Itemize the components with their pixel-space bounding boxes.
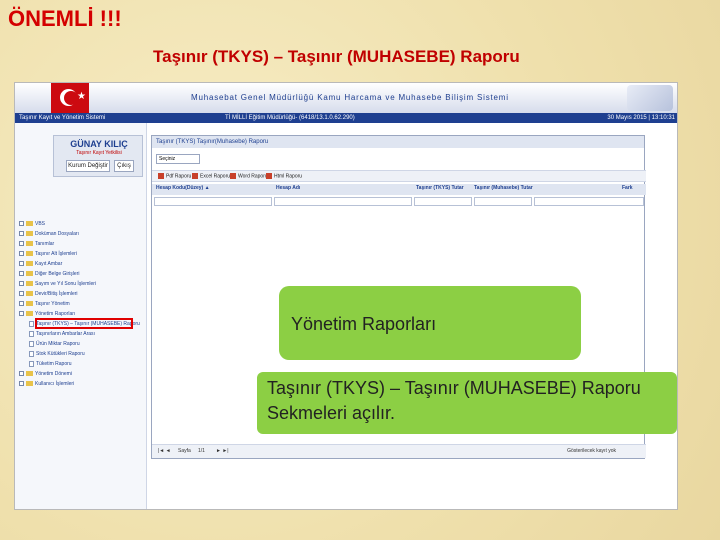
tree-item[interactable]: Tanımlar xyxy=(19,239,140,249)
filter-input[interactable] xyxy=(414,197,472,206)
word-report-button[interactable]: Word Raporu xyxy=(230,173,268,179)
unit-name: Tİ MİLLİ Eğitim Müdürlüğü- (6418/13.1.0.… xyxy=(225,115,355,121)
document-icon xyxy=(29,330,34,337)
left-sidebar: GÜNAY KILIÇ Taşınır Kayıt Yetkilisi Kuru… xyxy=(15,123,147,509)
system-name: Taşınır Kayıt ve Yönetim Sistemi xyxy=(19,115,106,121)
pdf-report-button[interactable]: Pdf Raporu xyxy=(158,173,191,179)
keyboard-image-icon xyxy=(627,85,673,111)
document-icon xyxy=(29,350,34,357)
filter-input[interactable] xyxy=(474,197,532,206)
tree-item[interactable]: Ürün Miktar Raporu xyxy=(19,339,140,349)
tree-item[interactable]: Diğer Belge Girişleri xyxy=(19,269,140,279)
report-toolbar: Pdf Raporu Excel Raporu Word Raporu Html… xyxy=(152,170,646,182)
folder-icon xyxy=(26,301,33,307)
document-icon xyxy=(29,320,34,327)
folder-icon xyxy=(26,231,33,237)
column-header[interactable]: Hesap Adı xyxy=(276,185,300,191)
filter-input[interactable] xyxy=(154,197,272,206)
datetime: 30 Mayıs 2015 | 13:10:31 xyxy=(607,115,675,121)
tree-item[interactable]: Stok Kütükleri Raporu xyxy=(19,349,140,359)
user-name: GÜNAY KILIÇ xyxy=(70,139,128,149)
logout-button[interactable]: Çıkış xyxy=(114,160,134,172)
app-banner: ★ Muhasebat Genel Müdürlüğü Kamu Harcama… xyxy=(15,83,677,113)
filter-input[interactable] xyxy=(534,197,644,206)
turkish-flag-icon: ★ xyxy=(51,83,89,113)
pager-status: Gösterilecek kayıt yok xyxy=(567,448,616,454)
tree-item[interactable]: Taşınır Alt İşlemleri xyxy=(19,249,140,259)
document-icon xyxy=(29,360,34,367)
slide-title: Taşınır (TKYS) – Taşınır (MUHASEBE) Rapo… xyxy=(153,47,520,66)
folder-icon xyxy=(26,241,33,247)
folder-icon xyxy=(26,371,33,377)
callout-1-text: Yönetim Raporları xyxy=(291,314,437,334)
change-unit-button[interactable]: Kurum Değiştir xyxy=(66,160,110,172)
excel-report-button[interactable]: Excel Raporu xyxy=(192,173,230,179)
column-header[interactable]: Hesap Kodu(Düzey) ▲ xyxy=(156,185,210,191)
document-icon xyxy=(29,340,34,347)
tree-item[interactable]: Kayıt Ambar xyxy=(19,259,140,269)
banner-title: Muhasebat Genel Müdürlüğü Kamu Harcama v… xyxy=(191,93,509,102)
user-box: GÜNAY KILIÇ Taşınır Kayıt Yetkilisi Kuru… xyxy=(53,135,143,177)
folder-icon xyxy=(26,281,33,287)
user-role: Taşınır Kayıt Yetkilisi xyxy=(76,150,122,156)
tree-item[interactable]: Yönetim Dönemi xyxy=(19,369,140,379)
pager-value[interactable]: 1/1 xyxy=(198,448,205,454)
column-header[interactable]: Fark xyxy=(622,185,633,191)
filter-row xyxy=(152,196,646,207)
tree-item[interactable]: Sayım ve Yıl Sonu İşlemleri xyxy=(19,279,140,289)
tree-item[interactable]: VBS xyxy=(19,219,140,229)
pager-next-icon[interactable]: ► ►| xyxy=(216,448,229,454)
folder-icon xyxy=(26,311,33,317)
warning-text: ÖNEMLİ !!! xyxy=(8,6,122,31)
table-header: Hesap Kodu(Düzey) ▲ Hesap Adı Taşınır (T… xyxy=(152,184,646,195)
panel-header: Taşınır (TKYS) Taşınır(Muhasebe) Raporu xyxy=(152,136,644,148)
html-report-button[interactable]: Html Raporu xyxy=(266,173,302,179)
callout-2-text: Taşınır (TKYS) – Taşınır (MUHASEBE) Rapo… xyxy=(267,378,641,423)
tree-item[interactable]: Doküman Dosyaları xyxy=(19,229,140,239)
callout-box-2: Taşınır (TKYS) – Taşınır (MUHASEBE) Rapo… xyxy=(257,372,677,434)
callout-box-1: Yönetim Raporları xyxy=(279,286,581,360)
folder-icon xyxy=(26,251,33,257)
folder-icon xyxy=(26,271,33,277)
top-bar: Taşınır Kayıt ve Yönetim Sistemi Tİ MİLL… xyxy=(15,113,677,123)
slide: ÖNEMLİ !!! Taşınır (TKYS) – Taşınır (MUH… xyxy=(0,0,720,540)
tree-item[interactable]: Kullanıcı İşlemleri xyxy=(19,379,140,389)
highlight-box xyxy=(35,318,133,329)
folder-icon xyxy=(26,221,33,227)
pager: |◄ ◄ Sayfa 1/1 ► ►| Gösterilecek kayıt y… xyxy=(152,444,646,458)
tree-item[interactable]: Taşınır Yönetim xyxy=(19,299,140,309)
pager-first-icon[interactable]: |◄ ◄ xyxy=(158,448,171,454)
column-header[interactable]: Taşınır (TKYS) Tutar xyxy=(416,185,464,191)
menu-tree: VBS Doküman Dosyaları Tanımlar Taşınır A… xyxy=(19,219,140,389)
folder-icon xyxy=(26,291,33,297)
folder-icon xyxy=(26,381,33,387)
tree-item[interactable]: Devir/Bitiş İşlemleri xyxy=(19,289,140,299)
pager-label: Sayfa xyxy=(178,448,191,454)
column-header[interactable]: Taşınır (Muhasebe) Tutar xyxy=(474,185,533,191)
tree-item[interactable]: Tüketim Raporu xyxy=(19,359,140,369)
tree-item[interactable]: Taşınırların Ambarlar Arası xyxy=(19,329,140,339)
filter-input[interactable] xyxy=(274,197,412,206)
folder-icon xyxy=(26,261,33,267)
report-select[interactable]: Seçiniz xyxy=(156,154,200,164)
